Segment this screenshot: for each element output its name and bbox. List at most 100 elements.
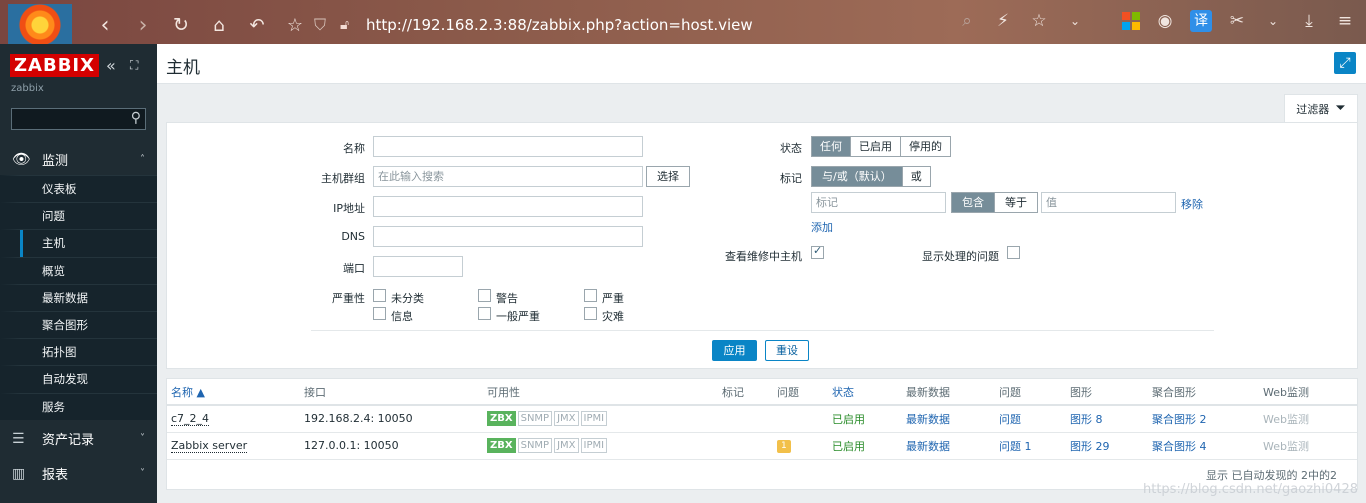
menu-icon[interactable]: ≡	[1334, 10, 1356, 32]
apply-button[interactable]: 应用	[712, 340, 757, 361]
dropdown-icon[interactable]: ⌄	[1064, 10, 1086, 32]
remove-tag-link[interactable]: 移除	[1181, 196, 1203, 212]
sidebar: ZABBIX « ⛶ zabbix ⚲ 👁︎ 监测 ˄ 仪表板 问题 主机 概览…	[0, 44, 157, 503]
sidebar-search-input[interactable]: ⚲	[11, 108, 146, 130]
brand: ZABBIX « ⛶	[0, 44, 157, 88]
submenu-maps[interactable]: 拓扑图	[0, 338, 157, 366]
name-input[interactable]	[373, 136, 643, 157]
filter-tab[interactable]: 过滤器 ⏷	[1284, 94, 1358, 122]
severity-info-label: 信息	[391, 310, 413, 323]
search-icon[interactable]: ⚲	[131, 110, 141, 126]
severity-checkbox-warning[interactable]	[478, 289, 491, 302]
add-tag-link[interactable]: 添加	[811, 219, 833, 235]
submenu-hosts[interactable]: 主机	[0, 229, 157, 257]
menu-inventory[interactable]: ☰ 资产记录 ˅	[0, 421, 157, 456]
insecure-lock-icon[interactable]: 🔓︎	[340, 17, 364, 33]
translate-icon[interactable]: 译	[1190, 10, 1212, 32]
host-status-link[interactable]: 已启用	[832, 440, 865, 453]
table-header-row: 名称 ▲ 接口 可用性 标记 问题 状态 最新数据 问题 图形 聚合图形 Web…	[167, 379, 1357, 406]
problems-link[interactable]: 问题	[999, 413, 1021, 426]
latest-data-link[interactable]: 最新数据	[906, 413, 950, 426]
submenu-discovery[interactable]: 自动发现	[0, 365, 157, 393]
apps-icon[interactable]	[1122, 12, 1140, 30]
severity-checkbox-not-classified[interactable]	[373, 289, 386, 302]
status-disabled[interactable]: 停用的	[901, 137, 950, 156]
server-name: zabbix	[11, 83, 44, 94]
submenu-dashboard[interactable]: 仪表板	[0, 175, 157, 203]
col-latest-data: 最新数据	[902, 379, 995, 406]
status-segmented: 任何 已启用 停用的	[811, 136, 951, 157]
home-icon[interactable]: ⌂	[200, 15, 238, 36]
port-input[interactable]	[373, 256, 463, 277]
tag-mode-or[interactable]: 或	[902, 167, 930, 186]
screens-link[interactable]: 聚合图形 4	[1152, 440, 1207, 453]
severity-checkbox-disaster[interactable]	[584, 307, 597, 320]
url-text[interactable]: http://192.168.2.3:88/zabbix.php?action=…	[366, 16, 753, 34]
suppressed-checkbox[interactable]	[1007, 246, 1020, 259]
fullscreen-icon[interactable]: ⤢	[1334, 52, 1356, 74]
host-name-link[interactable]: Zabbix server	[171, 439, 248, 453]
scissors-icon[interactable]: ✂︎	[1226, 10, 1248, 32]
host-groups-input[interactable]: 在此输入搜索	[373, 166, 643, 187]
tag-value-input[interactable]: 值	[1041, 192, 1176, 213]
col-status[interactable]: 状态	[828, 379, 902, 406]
submenu-problems[interactable]: 问题	[0, 202, 157, 230]
ip-input[interactable]	[373, 196, 643, 217]
zabbix-logo[interactable]: ZABBIX	[10, 54, 99, 77]
dropdown-icon-2[interactable]: ⌄	[1262, 10, 1284, 32]
graphs-link[interactable]: 图形 29	[1070, 440, 1110, 453]
reset-button[interactable]: 重设	[765, 340, 809, 361]
status-enabled[interactable]: 已启用	[851, 137, 901, 156]
problems-link[interactable]: 问题 1	[999, 440, 1032, 453]
submenu-services[interactable]: 服务	[0, 392, 157, 420]
tag-operator-contains[interactable]: 包含	[952, 193, 995, 212]
severity-checkbox-average[interactable]	[478, 307, 491, 320]
zoom-icon[interactable]: ⌕	[956, 10, 978, 32]
list-icon: ☰	[12, 430, 25, 447]
submenu-screens[interactable]: 聚合图形	[0, 310, 157, 339]
col-web: Web监测	[1259, 379, 1357, 406]
host-status-link[interactable]: 已启用	[832, 413, 865, 426]
main-content: 主机 ⤢ 过滤器 ⏷ 名称 主机群组 在此输入搜索 选择 IP地址 DNS 端口…	[157, 44, 1366, 503]
forward-icon[interactable]: ›	[124, 13, 162, 38]
collapse-sidebar-icon[interactable]: «	[106, 56, 116, 75]
tag-operator-equals[interactable]: 等于	[995, 193, 1037, 212]
latest-data-link[interactable]: 最新数据	[906, 440, 950, 453]
suppressed-label: 显示处理的问题	[922, 250, 999, 263]
submenu-latest-data[interactable]: 最新数据	[0, 283, 157, 311]
menu-reports[interactable]: ▥ 报表 ˅	[0, 456, 157, 491]
ipmi-badge: IPMI	[580, 411, 608, 427]
status-any[interactable]: 任何	[812, 137, 851, 156]
tags-label: 标记	[780, 172, 802, 185]
severity-checkbox-high[interactable]	[584, 289, 597, 302]
lightning-icon[interactable]: ⚡︎	[992, 10, 1014, 32]
tag-mode-segmented: 与/或（默认） 或	[811, 166, 931, 187]
tag-operator-segmented: 包含 等于	[951, 192, 1038, 213]
maintenance-checkbox[interactable]	[811, 244, 824, 259]
severity-high-label: 严重	[602, 292, 624, 305]
dns-input[interactable]	[373, 226, 643, 247]
tag-mode-and-or[interactable]: 与/或（默认）	[812, 167, 903, 186]
col-graphs: 图形	[1066, 379, 1148, 406]
page-header: 主机 ⤢	[157, 44, 1366, 84]
severity-checkbox-info[interactable]	[373, 307, 386, 320]
kiosk-mode-icon[interactable]: ⛶	[130, 58, 138, 73]
col-name[interactable]: 名称 ▲	[167, 379, 300, 406]
menu-monitoring[interactable]: 👁︎ 监测 ˄	[0, 144, 157, 174]
select-button[interactable]: 选择	[646, 166, 690, 187]
severity-not-classified-label: 未分类	[391, 292, 424, 305]
host-name-link[interactable]: c7_2_4	[171, 412, 210, 427]
problem-count-badge[interactable]: 1	[777, 440, 791, 453]
back-icon[interactable]: ‹	[86, 13, 124, 38]
globe-icon[interactable]: ◉	[1154, 10, 1176, 32]
screens-link[interactable]: 聚合图形 2	[1152, 413, 1207, 426]
graphs-link[interactable]: 图形 8	[1070, 413, 1103, 426]
severity-average-label: 一般严重	[496, 310, 540, 323]
maintenance-label: 查看维修中主机	[725, 250, 802, 263]
download-icon[interactable]: ⤓	[1298, 10, 1320, 32]
undo-icon[interactable]: ↶	[238, 15, 276, 36]
tag-name-input[interactable]: 标记	[811, 192, 946, 213]
star-icon[interactable]: ☆	[1028, 10, 1050, 32]
submenu-overview[interactable]: 概览	[0, 256, 157, 284]
reload-icon[interactable]: ↻	[162, 14, 200, 36]
